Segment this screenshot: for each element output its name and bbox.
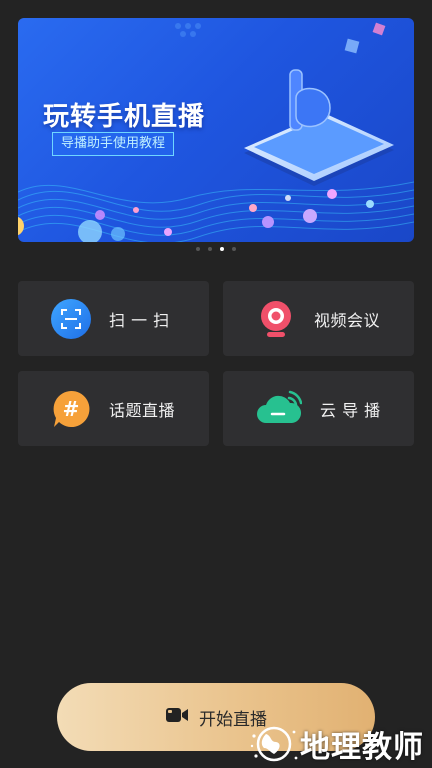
cloud-wifi-icon <box>256 389 302 429</box>
svg-text:#: # <box>63 397 80 421</box>
scan-button[interactable]: 扫 一 扫 <box>18 281 209 356</box>
carousel-dot[interactable] <box>232 247 236 251</box>
topic-live-button[interactable]: # 话题直播 <box>18 371 209 446</box>
video-meeting-button[interactable]: 视频会议 <box>223 281 414 356</box>
globe-icon <box>250 726 298 762</box>
webcam-icon <box>256 299 296 339</box>
banner-title: 玩转手机直播 <box>43 102 206 132</box>
watermark-text: 地理教师 <box>300 730 424 765</box>
carousel-indicator <box>0 247 432 251</box>
topic-live-label: 话题直播 <box>109 400 176 420</box>
carousel-dot[interactable] <box>208 247 212 251</box>
watermark: 地理教师 <box>248 722 424 766</box>
scan-icon <box>51 298 91 339</box>
video-meeting-label: 视频会议 <box>314 310 381 330</box>
promo-banner[interactable]: 玩转手机直播 导播助手使用教程 <box>18 18 414 242</box>
carousel-dot[interactable] <box>196 247 200 251</box>
banner-subtitle: 导播助手使用教程 <box>52 132 175 156</box>
scan-label: 扫 一 扫 <box>109 310 170 330</box>
carousel-dot-active[interactable] <box>220 247 224 251</box>
cloud-director-label: 云 导 播 <box>320 400 381 420</box>
hashtag-chat-icon: # <box>51 389 91 429</box>
video-camera-icon <box>165 706 189 728</box>
cloud-director-button[interactable]: 云 导 播 <box>223 371 414 446</box>
